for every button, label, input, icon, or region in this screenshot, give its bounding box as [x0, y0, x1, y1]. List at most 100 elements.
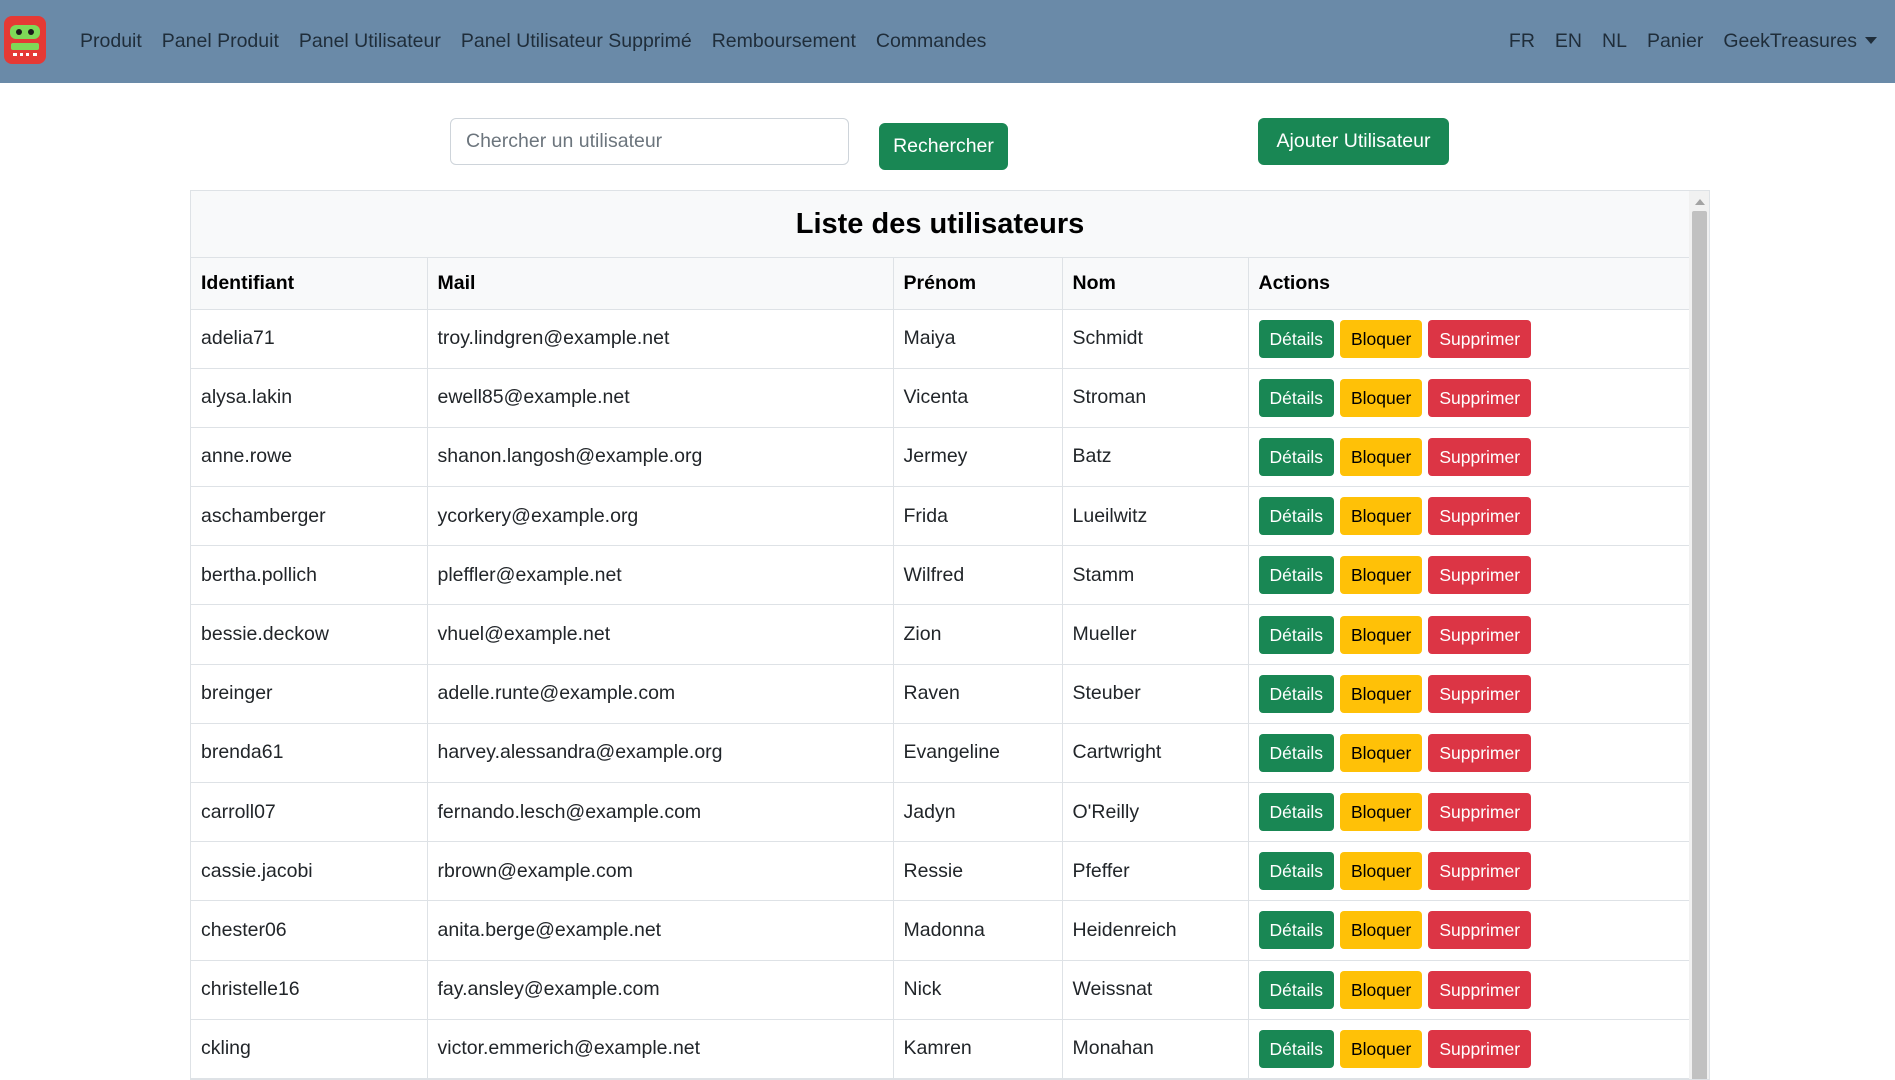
delete-button[interactable]: Supprimer: [1428, 674, 1532, 713]
details-button[interactable]: Détails: [1258, 497, 1334, 536]
table-header-row: Identifiant Mail Prénom Nom Actions: [191, 258, 1689, 310]
cell-identifiant: brenda61: [191, 723, 428, 784]
delete-button[interactable]: Supprimer: [1428, 556, 1532, 595]
block-button[interactable]: Bloquer: [1340, 793, 1423, 832]
delete-button[interactable]: Supprimer: [1428, 733, 1532, 772]
cell-identifiant: christelle16: [191, 960, 428, 1020]
details-button[interactable]: Détails: [1258, 852, 1334, 891]
table-row: brenda61 harvey.alessandra@example.org Eva…: [191, 723, 1689, 784]
cell-prenom: Maiya: [893, 309, 1063, 369]
table-scrollbar[interactable]: [1689, 191, 1709, 1079]
cell-actions: Détails Bloquer Supprimer: [1248, 841, 1689, 902]
block-button[interactable]: Bloquer: [1340, 1029, 1423, 1068]
user-menu-dropdown[interactable]: GeekTreasures: [1713, 30, 1887, 53]
cell-identifiant: adelia71: [191, 309, 428, 369]
delete-button[interactable]: Supprimer: [1428, 852, 1532, 891]
block-button[interactable]: Bloquer: [1340, 497, 1423, 536]
cell-identifiant: aschamberger: [191, 486, 428, 547]
delete-button[interactable]: Supprimer: [1428, 911, 1532, 950]
details-button[interactable]: Détails: [1258, 733, 1334, 772]
details-button[interactable]: Détails: [1258, 615, 1334, 654]
col-header-prenom: Prénom: [893, 258, 1063, 310]
delete-button[interactable]: Supprimer: [1428, 615, 1532, 654]
block-button[interactable]: Bloquer: [1340, 852, 1423, 891]
details-button[interactable]: Détails: [1258, 911, 1334, 950]
cell-nom: Steuber: [1062, 664, 1249, 724]
table-row: carroll07 fernando.lesch@example.com Jadyn…: [191, 782, 1689, 843]
logo-foot: [13, 53, 37, 59]
table-row: bessie.deckow vhuel@example.net Zion Muelle…: [191, 604, 1689, 665]
block-button[interactable]: Bloquer: [1340, 556, 1423, 595]
cart-link[interactable]: Panier: [1637, 30, 1713, 53]
cell-nom: Mueller: [1062, 604, 1249, 665]
scroll-up-arrow-icon[interactable]: [1695, 199, 1705, 205]
cell-mail: victor.emmerich@example.net: [427, 1019, 894, 1079]
cell-actions: Détails Bloquer Supprimer: [1248, 309, 1689, 369]
nav-link-remboursement[interactable]: Remboursement: [702, 30, 866, 53]
cell-identifiant: anne.rowe: [191, 427, 428, 488]
delete-button[interactable]: Supprimer: [1428, 793, 1532, 832]
table-row: anne.rowe shanon.langosh@example.org Jerme…: [191, 427, 1689, 488]
block-button[interactable]: Bloquer: [1340, 911, 1423, 950]
block-button[interactable]: Bloquer: [1340, 970, 1423, 1009]
delete-button[interactable]: Supprimer: [1428, 437, 1532, 476]
delete-button[interactable]: Supprimer: [1428, 319, 1532, 358]
block-button[interactable]: Bloquer: [1340, 437, 1423, 476]
table-row: adelia71 troy.lindgren@example.net Maiya Sc…: [191, 309, 1689, 369]
details-button[interactable]: Détails: [1258, 378, 1334, 417]
block-button[interactable]: Bloquer: [1340, 319, 1423, 358]
scroll-thumb[interactable]: [1692, 211, 1707, 1079]
block-button[interactable]: Bloquer: [1340, 378, 1423, 417]
cell-identifiant: bertha.pollich: [191, 545, 428, 606]
cell-actions: Détails Bloquer Supprimer: [1248, 1019, 1689, 1079]
delete-button[interactable]: Supprimer: [1428, 378, 1532, 417]
cell-mail: fernando.lesch@example.com: [427, 782, 894, 843]
nav-link-panel-utilisateur[interactable]: Panel Utilisateur: [289, 30, 451, 53]
col-header-identifiant: Identifiant: [191, 258, 428, 310]
cell-nom: Pfeffer: [1062, 841, 1249, 902]
nav-link-commandes[interactable]: Commandes: [866, 30, 997, 53]
delete-button[interactable]: Supprimer: [1428, 970, 1532, 1009]
table-title: Liste des utilisateurs: [191, 191, 1689, 258]
cell-nom: Schmidt: [1062, 309, 1249, 369]
details-button[interactable]: Détails: [1258, 556, 1334, 595]
table-row: christelle16 fay.ansley@example.com Nick We…: [191, 960, 1689, 1020]
table-row: ckling victor.emmerich@example.net Kamren M…: [191, 1019, 1689, 1079]
table-row: alysa.lakin ewell85@example.net Vicenta Str…: [191, 368, 1689, 428]
cell-prenom: Jadyn: [893, 782, 1063, 843]
cell-actions: Détails Bloquer Supprimer: [1248, 427, 1689, 488]
cell-nom: Monahan: [1062, 1019, 1249, 1079]
cell-actions: Détails Bloquer Supprimer: [1248, 960, 1689, 1020]
delete-button[interactable]: Supprimer: [1428, 1029, 1532, 1068]
cell-mail: anita.berge@example.net: [427, 900, 894, 961]
block-button[interactable]: Bloquer: [1340, 733, 1423, 772]
lang-nl-link[interactable]: NL: [1592, 30, 1637, 53]
details-button[interactable]: Détails: [1258, 437, 1334, 476]
lang-fr-link[interactable]: FR: [1499, 30, 1545, 53]
search-user-input[interactable]: [450, 118, 849, 165]
cell-nom: Stroman: [1062, 368, 1249, 428]
details-button[interactable]: Détails: [1258, 319, 1334, 358]
cell-prenom: Evangeline: [893, 723, 1063, 784]
delete-button[interactable]: Supprimer: [1428, 497, 1532, 536]
details-button[interactable]: Détails: [1258, 674, 1334, 713]
lang-en-link[interactable]: EN: [1545, 30, 1592, 53]
cell-prenom: Zion: [893, 604, 1063, 665]
table-row: chester06 anita.berge@example.net Madonna H…: [191, 900, 1689, 961]
search-button[interactable]: Rechercher: [879, 123, 1008, 170]
nav-link-panel-produit[interactable]: Panel Produit: [152, 30, 289, 53]
cell-identifiant: cassie.jacobi: [191, 841, 428, 902]
nav-link-produit[interactable]: Produit: [70, 30, 152, 53]
details-button[interactable]: Détails: [1258, 970, 1334, 1009]
details-button[interactable]: Détails: [1258, 1029, 1334, 1068]
cell-nom: Stamm: [1062, 545, 1249, 606]
cell-identifiant: bessie.deckow: [191, 604, 428, 665]
nav-link-panel-utilisateur-supprime[interactable]: Panel Utilisateur Supprimé: [451, 30, 702, 53]
add-user-button[interactable]: Ajouter Utilisateur: [1258, 118, 1449, 165]
geektreasures-logo[interactable]: [4, 16, 46, 64]
block-button[interactable]: Bloquer: [1340, 615, 1423, 654]
details-button[interactable]: Détails: [1258, 793, 1334, 832]
cell-actions: Détails Bloquer Supprimer: [1248, 604, 1689, 665]
cell-mail: ewell85@example.net: [427, 368, 894, 428]
block-button[interactable]: Bloquer: [1340, 674, 1423, 713]
